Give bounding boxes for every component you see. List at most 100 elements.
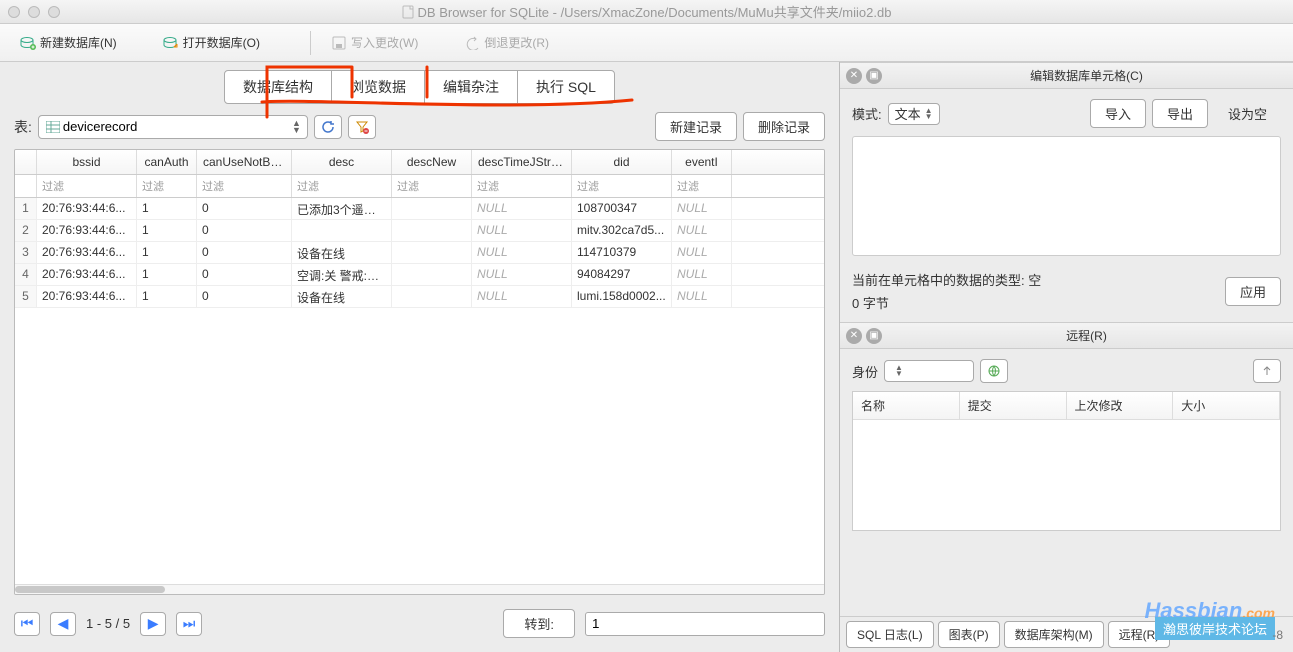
mode-select[interactable]: 文本 ▲▼ — [888, 103, 940, 125]
cell-canUseNotBind[interactable]: 0 — [197, 286, 292, 307]
cell-bssid[interactable]: 20:76:93:44:6... — [37, 264, 137, 285]
write-changes-button[interactable]: 写入更改(W) — [323, 30, 426, 55]
tab-browse[interactable]: 浏览数据 — [332, 71, 425, 103]
first-page-button[interactable]: ⏮ — [14, 612, 40, 636]
cell-descTimeJString[interactable]: NULL — [472, 220, 572, 241]
cell-canUseNotBind[interactable]: 0 — [197, 264, 292, 285]
filter-desc[interactable]: 过滤 — [292, 175, 392, 197]
new-record-button[interactable]: 新建记录 — [655, 112, 737, 141]
tab-schema[interactable]: 数据库架构(M) — [1004, 621, 1104, 648]
collapse-icon[interactable]: ▣ — [866, 328, 882, 344]
cell-descNew[interactable] — [392, 264, 472, 285]
close-icon[interactable]: ✕ — [846, 328, 862, 344]
cell-descTimeJString[interactable]: NULL — [472, 242, 572, 263]
cell-desc[interactable]: 设备在线 — [292, 286, 392, 307]
remote-col-commit[interactable]: 提交 — [960, 392, 1067, 419]
cell-bssid[interactable]: 20:76:93:44:6... — [37, 242, 137, 263]
cell-canAuth[interactable]: 1 — [137, 242, 197, 263]
cell-did[interactable]: 94084297 — [572, 264, 672, 285]
filter-canAuth[interactable]: 过滤 — [137, 175, 197, 197]
tab-sql[interactable]: 执行 SQL — [518, 71, 614, 103]
table-name-input[interactable] — [61, 118, 292, 135]
cell-value-textarea[interactable] — [852, 136, 1281, 256]
cell-desc[interactable]: 空调:关 警戒:开 F... — [292, 264, 392, 285]
cell-descTimeJString[interactable]: NULL — [472, 198, 572, 219]
cell-canAuth[interactable]: 1 — [137, 264, 197, 285]
grid-hscrollbar[interactable] — [15, 584, 824, 594]
tab-pragma[interactable]: 编辑杂注 — [425, 71, 518, 103]
cell-canAuth[interactable]: 1 — [137, 286, 197, 307]
refresh-remote-button[interactable] — [980, 359, 1008, 383]
cell-bssid[interactable]: 20:76:93:44:6... — [37, 198, 137, 219]
cell-desc[interactable] — [292, 220, 392, 241]
cell-canUseNotBind[interactable]: 0 — [197, 242, 292, 263]
cell-did[interactable]: mitv.302ca7d5... — [572, 220, 672, 241]
import-button[interactable]: 导入 — [1090, 99, 1146, 128]
col-descTimeJString[interactable]: descTimeJString — [472, 150, 572, 174]
goto-input[interactable] — [585, 612, 825, 636]
cell-descNew[interactable] — [392, 220, 472, 241]
prev-page-button[interactable]: ◀ — [50, 612, 76, 636]
cell-descNew[interactable] — [392, 242, 472, 263]
goto-button[interactable]: 转到: — [503, 609, 575, 638]
table-row[interactable]: 420:76:93:44:6...10空调:关 警戒:开 F...NULL940… — [15, 264, 824, 286]
delete-record-button[interactable]: 删除记录 — [743, 112, 825, 141]
new-database-button[interactable]: 新建数据库(N) — [12, 30, 125, 55]
table-row[interactable]: 120:76:93:44:6...10已添加3个遥控器NULL108700347… — [15, 198, 824, 220]
next-page-button[interactable]: ▶ — [140, 612, 166, 636]
tab-structure[interactable]: 数据库结构 — [225, 71, 332, 103]
remote-col-size[interactable]: 大小 — [1173, 392, 1280, 419]
cell-eventI[interactable]: NULL — [672, 220, 732, 241]
cell-descNew[interactable] — [392, 198, 472, 219]
filter-eventI[interactable]: 过滤 — [672, 175, 732, 197]
table-row[interactable]: 320:76:93:44:6...10设备在线NULL114710379NULL — [15, 242, 824, 264]
table-select[interactable]: ▲▼ — [38, 115, 308, 139]
table-row[interactable]: 520:76:93:44:6...10设备在线NULLlumi.158d0002… — [15, 286, 824, 308]
cell-did[interactable]: 114710379 — [572, 242, 672, 263]
filter-descNew[interactable]: 过滤 — [392, 175, 472, 197]
table-row[interactable]: 220:76:93:44:6...10NULLmitv.302ca7d5...N… — [15, 220, 824, 242]
tab-chart[interactable]: 图表(P) — [938, 621, 1000, 648]
data-grid[interactable]: bssid canAuth canUseNotBind desc descNew… — [14, 149, 825, 595]
apply-button[interactable]: 应用 — [1225, 277, 1281, 306]
col-bssid[interactable]: bssid — [37, 150, 137, 174]
export-button[interactable]: 导出 — [1152, 99, 1208, 128]
cell-did[interactable]: lumi.158d0002... — [572, 286, 672, 307]
filter-canUseNotBind[interactable]: 过滤 — [197, 175, 292, 197]
open-database-button[interactable]: 打开数据库(O) — [155, 30, 268, 55]
identity-select[interactable]: ▲▼ — [884, 360, 974, 382]
refresh-button[interactable] — [314, 115, 342, 139]
col-descNew[interactable]: descNew — [392, 150, 472, 174]
cell-canAuth[interactable]: 1 — [137, 220, 197, 241]
cell-eventI[interactable]: NULL — [672, 198, 732, 219]
cell-canAuth[interactable]: 1 — [137, 198, 197, 219]
tab-sql-log[interactable]: SQL 日志(L) — [846, 621, 934, 648]
cell-eventI[interactable]: NULL — [672, 264, 732, 285]
upload-remote-button[interactable] — [1253, 359, 1281, 383]
cell-desc[interactable]: 已添加3个遥控器 — [292, 198, 392, 219]
tab-remote[interactable]: 远程(R) — [1108, 621, 1171, 648]
last-page-button[interactable]: ⏭ — [176, 612, 202, 636]
col-desc[interactable]: desc — [292, 150, 392, 174]
filter-descTime[interactable]: 过滤 — [472, 175, 572, 197]
cell-canUseNotBind[interactable]: 0 — [197, 198, 292, 219]
remote-col-name[interactable]: 名称 — [853, 392, 960, 419]
cell-descTimeJString[interactable]: NULL — [472, 264, 572, 285]
collapse-icon[interactable]: ▣ — [866, 68, 882, 84]
cell-bssid[interactable]: 20:76:93:44:6... — [37, 286, 137, 307]
cell-eventI[interactable]: NULL — [672, 286, 732, 307]
col-canUseNotBind[interactable]: canUseNotBind — [197, 150, 292, 174]
col-canAuth[interactable]: canAuth — [137, 150, 197, 174]
filter-bssid[interactable]: 过滤 — [37, 175, 137, 197]
cell-descTimeJString[interactable]: NULL — [472, 286, 572, 307]
col-eventI[interactable]: eventI — [672, 150, 732, 174]
clear-filters-button[interactable] — [348, 115, 376, 139]
cell-desc[interactable]: 设备在线 — [292, 242, 392, 263]
set-null-button[interactable]: 设为空 — [1214, 100, 1281, 127]
filter-did[interactable]: 过滤 — [572, 175, 672, 197]
col-did[interactable]: did — [572, 150, 672, 174]
close-icon[interactable]: ✕ — [846, 68, 862, 84]
cell-canUseNotBind[interactable]: 0 — [197, 220, 292, 241]
remote-col-modified[interactable]: 上次修改 — [1067, 392, 1174, 419]
cell-descNew[interactable] — [392, 286, 472, 307]
